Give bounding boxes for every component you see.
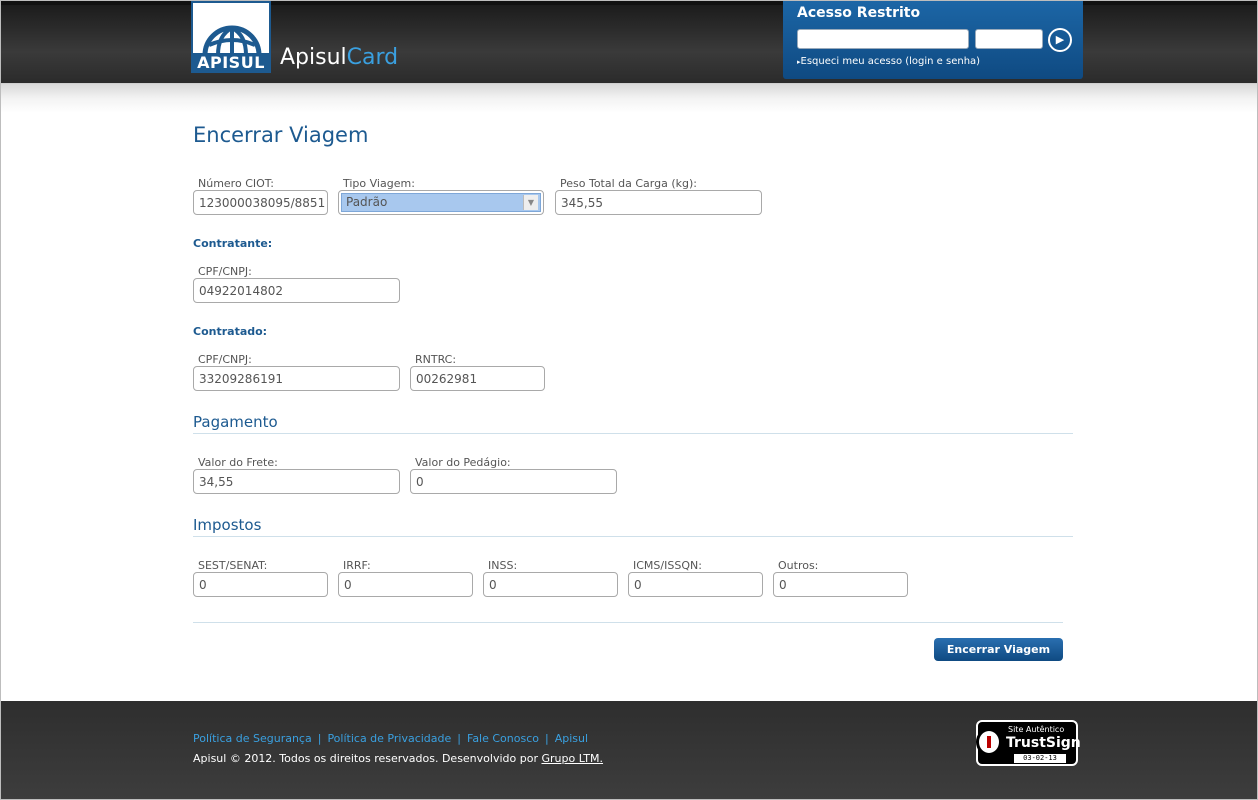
irrf-input[interactable]: 0 <box>338 572 473 597</box>
brand-accent: Card <box>346 45 399 70</box>
footer-link-politica-privacidade[interactable]: Política de Privacidade <box>327 732 451 745</box>
brand-main: Apisul <box>280 45 347 70</box>
inss-input[interactable]: 0 <box>483 572 618 597</box>
brand-name: ApisulCard <box>280 45 398 70</box>
pagamento-divider <box>193 433 1073 434</box>
ciot-input[interactable]: 123000038095/8851 <box>193 190 328 215</box>
globe-icon <box>202 25 262 55</box>
impostos-divider <box>193 536 1073 537</box>
peso-label: Peso Total da Carga (kg): <box>560 177 697 190</box>
contratante-cpf-label: CPF/CNPJ: <box>198 265 252 278</box>
peso-input[interactable]: 345,55 <box>555 190 762 215</box>
play-circle-icon[interactable]: ▶ <box>1048 28 1072 52</box>
seal-date: 03-02-13 <box>1014 754 1066 763</box>
trustsign-seal[interactable]: Site Autêntico TrustSign 03-02-13 <box>976 720 1081 766</box>
header-shadow-bar <box>1 83 1257 113</box>
icms-issqn-input[interactable]: 0 <box>628 572 763 597</box>
pedagio-input[interactable]: 0 <box>410 469 617 494</box>
login-username-input[interactable] <box>797 29 969 49</box>
logo-text: APISUL <box>193 53 269 73</box>
footer-link-politica-seguranca[interactable]: Política de Segurança <box>193 732 312 745</box>
site-footer: Política de Segurança | Política de Privac… <box>1 701 1257 799</box>
footer-link-fale-conosco[interactable]: Fale Conosco <box>467 732 539 745</box>
outros-label: Outros: <box>778 559 819 572</box>
contratado-cpf-label: CPF/CNPJ: <box>198 353 252 366</box>
developer-link[interactable]: Grupo LTM. <box>541 752 603 765</box>
contratante-cpf-input[interactable]: 04922014802 <box>193 278 400 303</box>
seal-top-text: Site Autêntico <box>1008 725 1065 734</box>
page-title: Encerrar Viagem <box>193 123 369 147</box>
seal-main-text: TrustSign <box>1006 735 1081 751</box>
tipo-viagem-selected: Padrão ▼ <box>341 193 541 212</box>
footer-separator: | <box>545 732 549 745</box>
footer-copyright: Apisul © 2012. Todos os direitos reserva… <box>193 752 603 765</box>
forgot-access-link[interactable]: ▸Esqueci meu acesso (login e senha) <box>797 56 980 67</box>
apisul-logo[interactable]: APISUL <box>191 1 271 73</box>
rntrc-label: RNTRC: <box>415 353 457 366</box>
pedagio-label: Valor do Pedágio: <box>415 456 511 469</box>
impostos-title: Impostos <box>193 516 262 534</box>
contratado-cpf-input[interactable]: 33209286191 <box>193 366 400 391</box>
copyright-text: Apisul © 2012. Todos os direitos reserva… <box>193 752 538 765</box>
encerrar-viagem-button[interactable]: Encerrar Viagem <box>934 638 1063 661</box>
frete-label: Valor do Frete: <box>198 456 278 469</box>
login-panel: Acesso Restrito ▶ ▸Esqueci meu acesso (l… <box>783 1 1083 79</box>
inss-label: INSS: <box>488 559 518 572</box>
tipo-viagem-select[interactable]: Padrão ▼ <box>338 190 544 215</box>
footer-link-apisul[interactable]: Apisul <box>555 732 588 745</box>
frete-input[interactable]: 34,55 <box>193 469 400 494</box>
sest-senat-input[interactable]: 0 <box>193 572 328 597</box>
outros-input[interactable]: 0 <box>773 572 908 597</box>
contratante-heading: Contratante: <box>193 237 273 250</box>
footer-links: Política de Segurança | Política de Privac… <box>193 732 588 745</box>
icms-issqn-label: ICMS/ISSQN: <box>633 559 702 572</box>
forgot-access-label: Esqueci meu acesso (login e senha) <box>800 56 981 67</box>
contratado-heading: Contratado: <box>193 325 268 338</box>
tipo-viagem-label: Tipo Viagem: <box>343 177 415 190</box>
footer-separator: | <box>317 732 322 745</box>
actions-divider <box>193 622 1063 623</box>
tipo-viagem-value: Padrão <box>346 195 388 209</box>
irrf-label: IRRF: <box>343 559 371 572</box>
ciot-label: Número CIOT: <box>198 177 274 190</box>
lock-icon <box>976 728 1002 756</box>
footer-separator: | <box>457 732 461 745</box>
login-password-input[interactable] <box>975 29 1043 49</box>
login-title: Acesso Restrito <box>797 5 921 21</box>
chevron-down-icon[interactable]: ▼ <box>523 195 538 210</box>
sest-senat-label: SEST/SENAT: <box>198 559 268 572</box>
pagamento-title: Pagamento <box>193 413 278 431</box>
rntrc-input[interactable]: 00262981 <box>410 366 545 391</box>
